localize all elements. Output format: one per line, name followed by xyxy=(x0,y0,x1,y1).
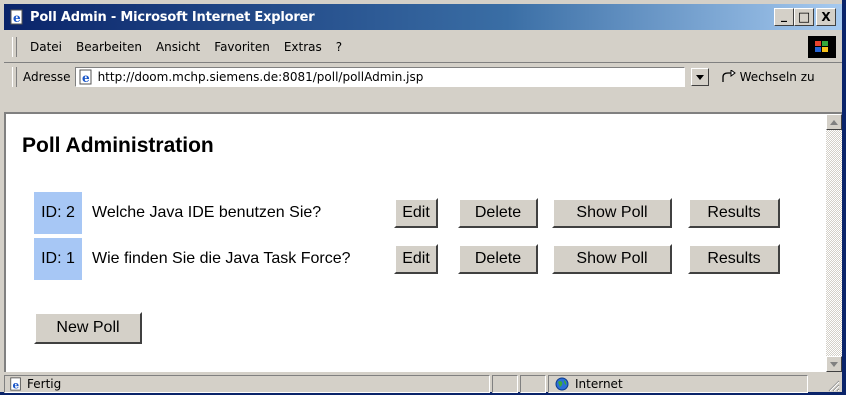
close-icon: X xyxy=(821,10,831,24)
address-label: Adresse xyxy=(23,70,71,84)
scroll-down-button[interactable] xyxy=(826,356,842,372)
results-button[interactable]: Results xyxy=(688,244,780,274)
menu-help[interactable]: ? xyxy=(329,40,349,54)
url-input[interactable] xyxy=(97,70,658,84)
show-poll-button[interactable]: Show Poll xyxy=(552,198,672,228)
go-label: Wechseln zu xyxy=(739,70,815,84)
svg-text:e: e xyxy=(13,11,21,25)
address-bar: Adresse e Wechseln zu xyxy=(4,62,842,91)
minimize-button[interactable]: _ xyxy=(774,8,794,26)
status-text-cell: e Fertig xyxy=(4,375,490,393)
windows-logo-icon xyxy=(808,36,836,58)
chevron-down-icon xyxy=(830,361,838,367)
zone-label: Internet xyxy=(575,377,623,391)
title-bar[interactable]: e Poll Admin - Microsoft Internet Explor… xyxy=(4,4,842,30)
menu-ansicht[interactable]: Ansicht xyxy=(149,40,207,54)
close-button[interactable]: X xyxy=(816,8,836,26)
results-button[interactable]: Results xyxy=(688,198,780,228)
poll-question: Welche Java IDE benutzen Sie? xyxy=(92,204,322,221)
chevron-down-icon xyxy=(695,74,704,80)
svg-text:e: e xyxy=(82,71,90,85)
menu-bar: Datei Bearbeiten Ansicht Favoriten Extra… xyxy=(4,34,842,60)
vertical-scrollbar[interactable] xyxy=(826,114,842,372)
poll-row: ID: 2 Welche Java IDE benutzen Sie? Edit… xyxy=(34,192,780,234)
svg-text:e: e xyxy=(13,379,20,391)
ie-page-icon: e xyxy=(10,377,21,391)
go-button[interactable]: Wechseln zu xyxy=(721,70,815,84)
scroll-up-button[interactable] xyxy=(826,114,842,130)
status-bar: e Fertig Internet xyxy=(4,374,842,394)
poll-id: ID: 1 xyxy=(34,238,82,280)
page-viewport: Poll Administration ID: 2 Welche Java ID… xyxy=(4,112,842,372)
toolbar-grip[interactable] xyxy=(12,37,17,57)
poll-question: Wie finden Sie die Java Task Force? xyxy=(92,250,351,267)
toolbar-grip[interactable] xyxy=(12,67,17,87)
ie-page-icon: e xyxy=(8,8,26,26)
chevron-up-icon xyxy=(830,119,838,125)
maximize-button[interactable]: □ xyxy=(794,8,814,26)
delete-button[interactable]: Delete xyxy=(458,198,538,228)
show-poll-button[interactable]: Show Poll xyxy=(552,244,672,274)
new-poll-button[interactable]: New Poll xyxy=(34,312,142,344)
poll-row: ID: 1 Wie finden Sie die Java Task Force… xyxy=(34,238,780,280)
security-zone[interactable]: Internet xyxy=(548,375,808,393)
globe-icon xyxy=(555,377,569,391)
window-title: Poll Admin - Microsoft Internet Explorer xyxy=(30,9,315,25)
menu-extras[interactable]: Extras xyxy=(277,40,329,54)
go-arrow-icon xyxy=(721,70,736,82)
menu-favoriten[interactable]: Favoriten xyxy=(207,40,277,54)
maximize-icon: □ xyxy=(797,9,811,25)
browser-window: e Poll Admin - Microsoft Internet Explor… xyxy=(0,0,842,394)
delete-button[interactable]: Delete xyxy=(458,244,538,274)
status-panel xyxy=(492,375,518,393)
edit-button[interactable]: Edit xyxy=(394,198,438,228)
page-icon: e xyxy=(78,69,94,85)
address-dropdown-button[interactable] xyxy=(690,68,709,86)
poll-id: ID: 2 xyxy=(34,192,82,234)
edit-button[interactable]: Edit xyxy=(394,244,438,274)
page-title: Poll Administration xyxy=(22,134,214,157)
menu-datei[interactable]: Datei xyxy=(23,40,69,54)
minimize-icon: _ xyxy=(781,8,787,22)
status-panel xyxy=(520,375,546,393)
resize-grip-icon[interactable] xyxy=(826,378,840,392)
address-field[interactable]: e xyxy=(74,67,685,87)
menu-bearbeiten[interactable]: Bearbeiten xyxy=(69,40,149,54)
status-text: Fertig xyxy=(27,377,62,391)
